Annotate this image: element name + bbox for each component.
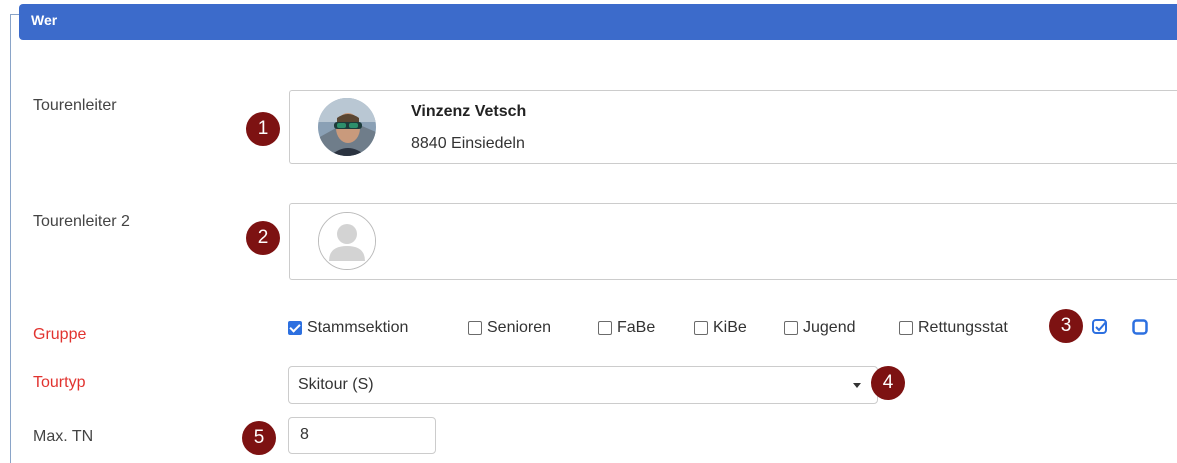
checkbox-icon[interactable] <box>598 321 612 335</box>
tourenleiter2-label: Tourenleiter 2 <box>33 213 130 230</box>
marker-4: 4 <box>871 366 905 400</box>
avatar-placeholder-icon <box>318 212 376 270</box>
gruppe-option-jugend[interactable]: Jugend <box>784 317 856 339</box>
checkbox-icon[interactable] <box>784 321 798 335</box>
option-label: Senioren <box>487 319 552 336</box>
gruppe-options: Stammsektion Senioren FaBe KiBe Jugend R… <box>288 317 1088 339</box>
option-label: Rettungsstat <box>918 319 1008 336</box>
marker-5: 5 <box>242 421 276 455</box>
chevron-down-icon <box>853 383 861 388</box>
gruppe-option-fabe[interactable]: FaBe <box>598 317 655 339</box>
tourtyp-label: Tourtyp <box>33 374 86 391</box>
gruppe-option-stammsektion[interactable]: Stammsektion <box>288 317 408 339</box>
max-tn-value: 8 <box>300 426 309 443</box>
max-tn-input[interactable]: 8 <box>288 417 436 454</box>
fieldset-border <box>10 14 11 463</box>
option-label: FaBe <box>617 319 656 336</box>
tourenleiter-city: 8840 Einsiedeln <box>411 135 525 152</box>
tourenleiter2-select[interactable] <box>289 203 1177 280</box>
tourenleiter-name: Vinzenz Vetsch <box>411 103 527 120</box>
option-label: Stammsektion <box>307 319 409 336</box>
checkbox-icon[interactable] <box>694 321 708 335</box>
tourenleiter-label: Tourenleiter <box>33 97 117 114</box>
option-label: KiBe <box>713 319 747 336</box>
tourenleiter-select[interactable]: Vinzenz Vetsch 8840 Einsiedeln <box>289 90 1177 164</box>
uncheck-all-icon[interactable] <box>1131 318 1149 336</box>
avatar <box>318 98 376 156</box>
tourtyp-value: Skitour (S) <box>298 376 374 393</box>
gruppe-option-rettungsstation[interactable]: Rettungsstat <box>899 317 1008 339</box>
panel-title: Wer <box>31 12 58 28</box>
marker-2: 2 <box>246 221 280 255</box>
checkbox-checked-icon[interactable] <box>288 321 302 335</box>
tourtyp-select[interactable]: Skitour (S) <box>288 366 878 404</box>
marker-1: 1 <box>246 112 280 146</box>
gruppe-option-kibe[interactable]: KiBe <box>694 317 747 339</box>
gruppe-option-senioren[interactable]: Senioren <box>468 317 551 339</box>
check-all-icon[interactable] <box>1091 318 1109 336</box>
marker-3: 3 <box>1049 309 1083 343</box>
checkbox-icon[interactable] <box>899 321 913 335</box>
checkbox-icon[interactable] <box>468 321 482 335</box>
max-tn-label: Max. TN <box>33 428 94 445</box>
option-label: Jugend <box>803 319 856 336</box>
panel-header: Wer <box>19 4 1177 40</box>
gruppe-label: Gruppe <box>33 326 87 343</box>
